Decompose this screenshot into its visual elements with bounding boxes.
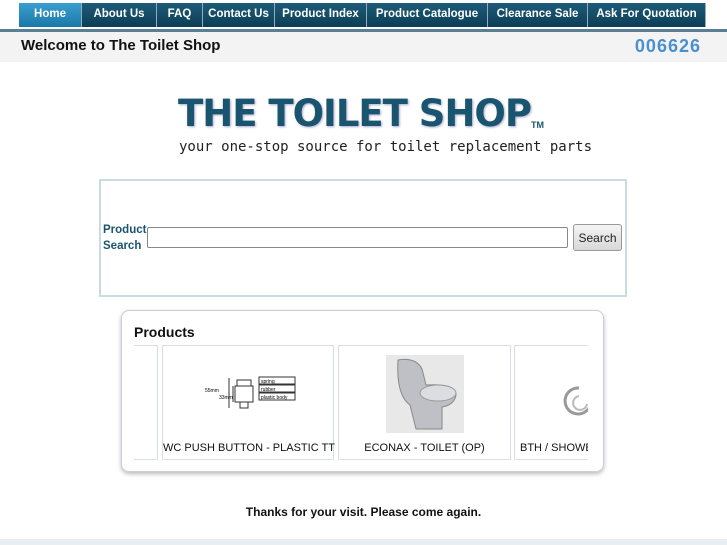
footer-bar bbox=[0, 539, 727, 545]
diagram-label: plastic body bbox=[261, 395, 288, 401]
nav-contact-us[interactable]: Contact Us bbox=[203, 3, 275, 27]
thanks-message: Thanks for your visit. Please come again… bbox=[245, 505, 482, 519]
nav-clearance-sale[interactable]: Clearance Sale bbox=[488, 3, 588, 27]
product-card[interactable]: ECONAX - TOILET (OP) bbox=[338, 345, 511, 460]
product-caption[interactable]: WC PUSH BUTTON - PLASTIC TT bbox=[163, 442, 335, 454]
product-card[interactable]: spring rubber plastic body 55mm 33mm WC … bbox=[162, 345, 335, 460]
logo-trademark: TM bbox=[531, 120, 544, 130]
nav-product-index[interactable]: Product Index bbox=[275, 3, 367, 27]
products-title: Products bbox=[134, 324, 195, 340]
product-card-partial[interactable] bbox=[134, 345, 158, 460]
search-input[interactable] bbox=[147, 227, 568, 248]
product-card[interactable]: BTH / SHOWER bbox=[514, 345, 588, 460]
logo-tagline: your one-stop source for toilet replacem… bbox=[179, 139, 593, 155]
toilet-image bbox=[386, 355, 464, 433]
search-label: Product Search bbox=[103, 224, 147, 252]
nav-ask-for-quotation[interactable]: Ask For Quotation bbox=[588, 3, 706, 27]
shower-logo-image bbox=[563, 386, 588, 416]
nav-home[interactable]: Home bbox=[19, 3, 82, 27]
welcome-text: Welcome to The Toilet Shop bbox=[21, 37, 221, 54]
logo-title: THE TOILET SHOP bbox=[178, 92, 532, 135]
diagram-label: 33mm bbox=[219, 395, 233, 401]
nav-faq[interactable]: FAQ bbox=[157, 3, 203, 27]
product-caption[interactable]: BTH / SHOWER bbox=[515, 442, 588, 454]
push-button-diagram-image: spring rubber plastic body 55mm 33mm bbox=[205, 376, 296, 409]
nav-product-catalogue[interactable]: Product Catalogue bbox=[367, 3, 488, 27]
main-nav: Home About Us FAQ Contact Us Product Ind… bbox=[19, 3, 706, 27]
diagram-label: 55mm bbox=[205, 388, 219, 394]
nav-about-us[interactable]: About Us bbox=[82, 3, 157, 27]
diagram-label: spring bbox=[261, 379, 275, 385]
diagram-label: rubber bbox=[261, 387, 276, 393]
products-carousel[interactable]: spring rubber plastic body 55mm 33mm WC … bbox=[134, 345, 588, 461]
visitor-counter: 006626 bbox=[634, 36, 701, 56]
product-caption[interactable]: ECONAX - TOILET (OP) bbox=[339, 442, 510, 454]
search-button[interactable]: Search bbox=[573, 224, 622, 251]
